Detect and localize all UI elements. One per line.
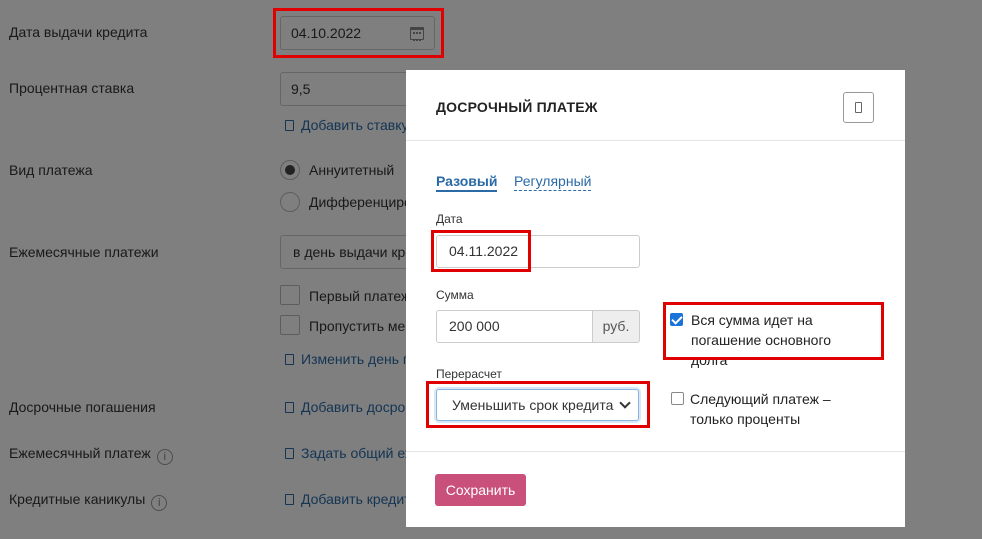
modal-header: ДОСРОЧНЫЙ ПЛАТЕЖ xyxy=(406,70,905,141)
highlight-box xyxy=(426,381,650,428)
currency-addon: руб. xyxy=(592,310,640,343)
highlight-box xyxy=(663,302,884,360)
tab-regular[interactable]: Регулярный xyxy=(514,173,592,191)
footer-divider xyxy=(406,451,905,452)
amount-input[interactable]: 200 000 xyxy=(436,310,593,343)
amount-label: Сумма xyxy=(436,288,474,302)
tab-one-time[interactable]: Разовый xyxy=(436,173,498,192)
prepayment-modal: ДОСРОЧНЫЙ ПЛАТЕЖ Разовый Регулярный Дата… xyxy=(406,70,905,527)
highlight-box xyxy=(431,230,531,272)
interest-only-checkbox[interactable] xyxy=(671,392,684,405)
recalc-label: Перерасчет xyxy=(436,367,502,381)
highlight-box xyxy=(273,8,444,58)
modal-title: ДОСРОЧНЫЙ ПЛАТЕЖ xyxy=(436,99,598,115)
close-icon xyxy=(855,102,862,113)
date-label: Дата xyxy=(436,212,463,226)
interest-only-checkbox-label: Следующий платеж – только проценты xyxy=(690,391,831,427)
save-button[interactable]: Сохранить xyxy=(435,474,526,506)
close-button[interactable] xyxy=(843,92,874,123)
